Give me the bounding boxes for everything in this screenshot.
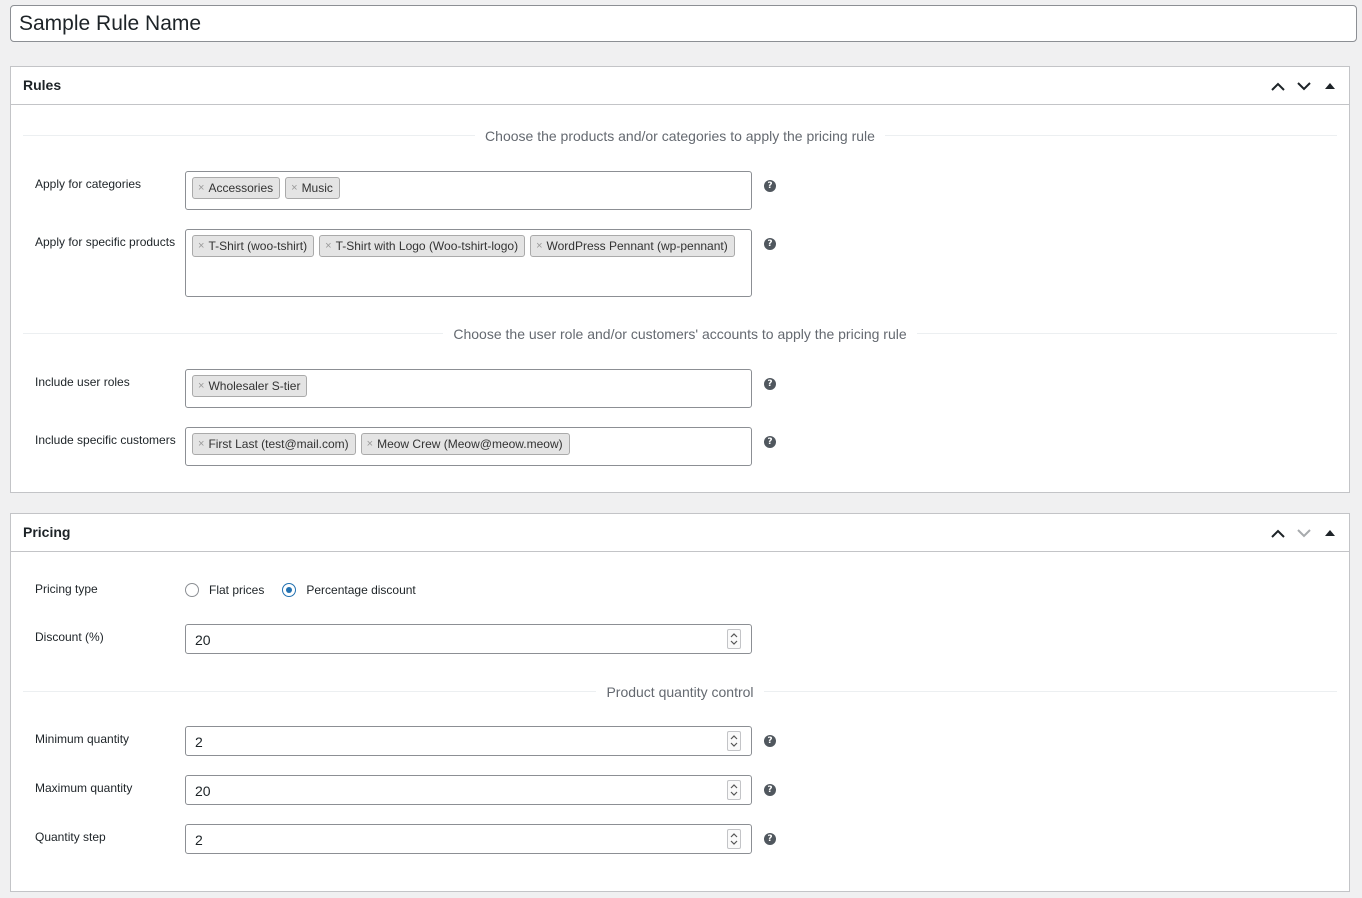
chip-label: Accessories [208,181,274,195]
flat-prices-option[interactable]: Flat prices [185,583,264,597]
spinner-up-icon [730,633,738,638]
product-chip: × T-Shirt with Logo (Woo-tshirt-logo) [319,235,526,257]
help-icon[interactable]: ? [764,784,776,796]
spinner-down-icon [730,742,738,747]
chip-label: WordPress Pennant (wp-pennant) [546,239,728,253]
spinner-down-icon [730,840,738,845]
discount-label: Discount (%) [35,630,104,644]
max-qty-value: 20 [195,783,211,799]
percentage-discount-label: Percentage discount [306,583,416,597]
remove-chip-button[interactable]: × [536,240,542,252]
discount-value: 20 [195,632,211,648]
chip-label: T-Shirt (woo-tshirt) [208,239,308,253]
percentage-discount-radio[interactable] [282,583,297,597]
category-chip: × Music [285,177,340,199]
max-qty-input[interactable]: 20 [185,775,752,805]
min-qty-input[interactable]: 2 [185,726,752,756]
pricing-box-header: Pricing [11,514,1349,552]
rules-box-title: Rules [23,77,62,93]
number-spinner[interactable] [727,731,741,751]
customers-select[interactable]: × First Last (test@mail.com) × Meow Crew (… [185,427,752,466]
section-heading-users-text: Choose the user role and/or customers' a… [443,326,917,342]
section-heading-quantity-text: Product quantity control [596,684,764,700]
min-qty-value: 2 [195,734,203,750]
spinner-down-icon [730,791,738,796]
help-icon[interactable]: ? [764,238,776,250]
help-icon[interactable]: ? [764,378,776,390]
number-spinner[interactable] [727,629,741,649]
move-up-button[interactable] [1267,522,1289,544]
pricing-box: Pricing Pricing type Flat prices Percent… [10,513,1350,892]
roles-label: Include user roles [35,375,130,389]
chip-label: Wholesaler S-tier [208,379,301,393]
remove-chip-button[interactable]: × [198,438,204,450]
qty-step-value: 2 [195,832,203,848]
help-icon[interactable]: ? [764,833,776,845]
pricing-type-radios: Flat prices Percentage discount [185,583,434,597]
flat-prices-label: Flat prices [209,583,265,597]
customer-chip: × Meow Crew (Meow@meow.meow) [360,433,570,455]
chip-label: T-Shirt with Logo (Woo-tshirt-logo) [335,239,519,253]
triangle-up-icon [1325,530,1335,536]
move-down-button[interactable] [1293,522,1315,544]
product-chip: × WordPress Pennant (wp-pennant) [530,235,735,257]
remove-chip-button[interactable]: × [198,182,204,194]
pricing-box-title: Pricing [23,524,71,540]
discount-input[interactable]: 20 [185,624,752,654]
chevron-up-icon [1271,82,1285,91]
spinner-down-icon [730,640,738,645]
spinner-up-icon [730,833,738,838]
move-up-button[interactable] [1267,75,1289,97]
help-icon[interactable]: ? [764,180,776,192]
max-qty-label: Maximum quantity [35,781,133,795]
section-heading-products: Choose the products and/or categories to… [11,128,1349,144]
section-heading-users: Choose the user role and/or customers' a… [11,326,1349,342]
rules-box: Rules Choose the products and/or categor… [10,66,1350,493]
category-chip: × Accessories [192,177,281,199]
rule-name-input[interactable]: Sample Rule Name [10,5,1357,42]
help-icon[interactable]: ? [764,735,776,747]
remove-chip-button[interactable]: × [198,240,204,252]
roles-select[interactable]: × Wholesaler S-tier [185,369,752,408]
chevron-down-icon [1297,81,1311,90]
products-label: Apply for specific products [35,235,176,249]
products-select[interactable]: × T-Shirt (woo-tshirt) × T-Shirt with Logo… [185,229,752,297]
help-icon[interactable]: ? [764,436,776,448]
spinner-up-icon [730,784,738,789]
customers-label: Include specific customers [35,433,176,447]
customer-chip: × First Last (test@mail.com) [192,433,356,455]
product-chip: × T-Shirt (woo-tshirt) [192,235,315,257]
pricing-type-label: Pricing type [35,582,98,596]
qty-step-label: Quantity step [35,830,106,844]
chip-label: First Last (test@mail.com) [208,437,349,451]
rules-box-header: Rules [11,67,1349,105]
toggle-panel-button[interactable] [1319,75,1341,97]
section-heading-products-text: Choose the products and/or categories to… [475,128,885,144]
number-spinner[interactable] [727,780,741,800]
chevron-down-icon [1297,528,1311,537]
pricing-box-actions [1267,522,1341,544]
min-qty-label: Minimum quantity [35,732,130,746]
chip-label: Meow Crew (Meow@meow.meow) [377,437,563,451]
number-spinner[interactable] [727,829,741,849]
chevron-up-icon [1271,529,1285,538]
chip-label: Music [301,181,333,195]
toggle-panel-button[interactable] [1319,522,1341,544]
remove-chip-button[interactable]: × [291,182,297,194]
role-chip: × Wholesaler S-tier [192,375,308,397]
categories-label: Apply for categories [35,177,142,191]
triangle-up-icon [1325,83,1335,89]
rules-box-actions [1267,75,1341,97]
flat-prices-radio[interactable] [185,583,199,597]
remove-chip-button[interactable]: × [198,380,204,392]
categories-select[interactable]: × Accessories × Music [185,171,752,210]
remove-chip-button[interactable]: × [325,240,331,252]
qty-step-input[interactable]: 2 [185,824,752,854]
move-down-button[interactable] [1293,75,1315,97]
percentage-discount-option[interactable]: Percentage discount [282,583,416,597]
remove-chip-button[interactable]: × [367,438,373,450]
spinner-up-icon [730,735,738,740]
section-heading-quantity: Product quantity control [11,684,1349,700]
